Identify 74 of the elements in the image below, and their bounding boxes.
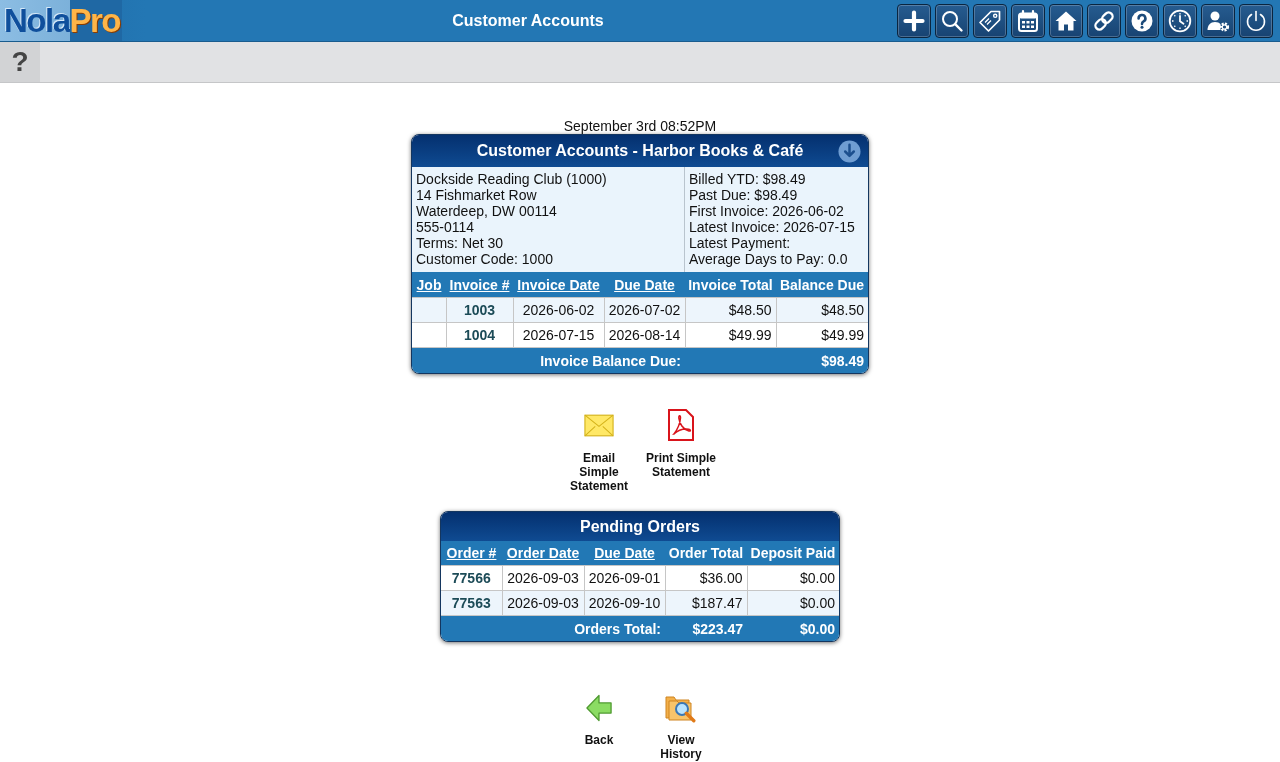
column-header: Balance Due [776, 272, 868, 298]
table-cell: 2026-09-01 [584, 565, 665, 591]
calendar-button[interactable] [1011, 3, 1045, 38]
links-button[interactable] [1087, 3, 1121, 38]
column-header[interactable]: Due Date [584, 541, 665, 566]
column-header: Deposit Paid [747, 541, 839, 566]
column-header[interactable]: Invoice Date [513, 272, 604, 298]
summary-line: Billed YTD: $98.49 [689, 171, 806, 187]
tags-button[interactable] [973, 3, 1007, 38]
statement-link[interactable]: Email Simple Statement [562, 409, 636, 493]
user-settings-button[interactable] [1201, 3, 1235, 38]
column-header[interactable]: Order Date [502, 541, 584, 566]
table-cell: $0.00 [747, 565, 839, 591]
help-button[interactable] [1125, 3, 1159, 38]
table-cell: $48.50 [776, 297, 868, 323]
left-arrow-icon [586, 694, 612, 722]
power-button[interactable] [1239, 3, 1273, 38]
statement-link[interactable]: Print Simple Statement [644, 409, 718, 493]
column-header: Invoice Total [685, 272, 776, 298]
column-header: Order Total [665, 541, 747, 566]
contact-line: Customer Code: 1000 [416, 251, 553, 267]
home-button[interactable] [1049, 3, 1083, 38]
contact-line: Dockside Reading Club (1000) [416, 171, 607, 187]
table-cell: 2026-09-03 [502, 590, 584, 616]
timestamp: September 3rd 08:52PM [563, 118, 717, 134]
table-cell: $36.00 [665, 565, 747, 591]
pdf-icon [668, 409, 694, 441]
nav-link[interactable]: Back [569, 692, 629, 761]
table-cell: $187.47 [665, 590, 747, 616]
plus-icon [902, 8, 926, 33]
search-button[interactable] [935, 3, 969, 38]
total-value: $0.00 [747, 615, 839, 641]
nav-link[interactable]: View History [651, 692, 711, 761]
tag-icon [978, 8, 1002, 33]
clock-icon [1168, 8, 1192, 33]
table-cell: 2026-07-15 [513, 322, 604, 348]
column-header[interactable]: Order # [441, 541, 502, 566]
contact-line: Terms: Net 30 [416, 235, 504, 251]
column-header[interactable]: Invoice # [446, 272, 513, 298]
total-label: Orders Total: [441, 615, 665, 641]
column-header[interactable]: Due Date [604, 272, 685, 298]
help-icon [1130, 8, 1154, 33]
contact-line: 555-0114 [416, 219, 475, 235]
power-icon [1244, 8, 1268, 33]
summary-line: Average Days to Pay: 0.0 [689, 251, 848, 267]
table-cell: 2026-09-10 [584, 590, 665, 616]
table-cell: $48.50 [685, 297, 776, 323]
summary-line: Latest Invoice: 2026-07-15 [689, 219, 855, 235]
page-title: Customer Accounts [452, 11, 604, 30]
help-button[interactable]: ? [0, 42, 40, 82]
download-icon[interactable] [838, 139, 861, 163]
column-header[interactable]: Job [412, 272, 446, 298]
table-cell: $49.99 [685, 322, 776, 348]
total-value: $223.47 [665, 615, 747, 641]
table-cell: 2026-07-02 [604, 297, 685, 323]
search-icon [940, 8, 964, 33]
table-cell: 2026-09-03 [502, 565, 584, 591]
card-title: Customer Accounts - Harbor Books & Café [476, 142, 804, 160]
total-value: $98.49 [685, 347, 868, 373]
card-title: Pending Orders [580, 517, 700, 536]
table-cell: 2026-06-02 [513, 297, 604, 323]
clock-button[interactable] [1163, 3, 1197, 38]
envelope-icon [584, 413, 614, 437]
summary-line: Past Due: $98.49 [689, 187, 798, 203]
calendar-icon [1016, 8, 1040, 33]
table-cell: 2026-08-14 [604, 322, 685, 348]
summary-line: Latest Payment: [689, 235, 791, 251]
summary-line: First Invoice: 2026-06-02 [689, 203, 844, 219]
total-label: Invoice Balance Due: [412, 347, 685, 373]
add-button[interactable] [897, 3, 931, 38]
contact-line: 14 Fishmarket Row [416, 187, 537, 203]
folder-search-icon [665, 693, 697, 723]
contact-line: Waterdeep, DW 00114 [416, 203, 557, 219]
link-icon [1092, 8, 1116, 33]
